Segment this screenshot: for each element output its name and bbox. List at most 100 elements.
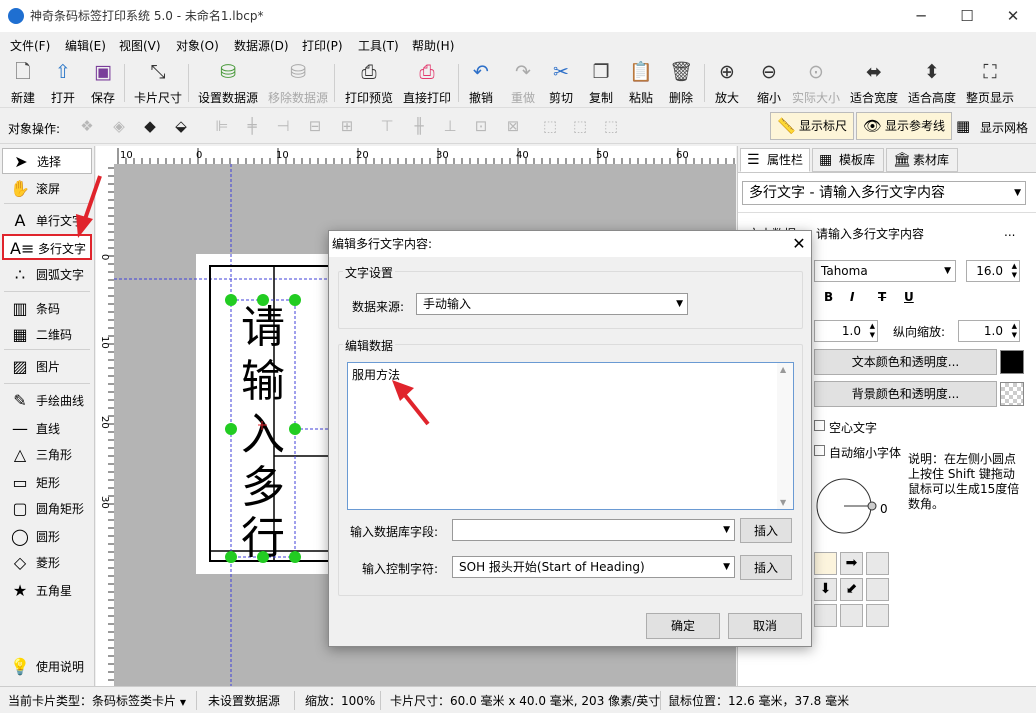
scroll-down-icon[interactable]: ▼	[780, 498, 786, 507]
hscale-spinner[interactable]: 1.0 ▲ ▼	[814, 320, 878, 342]
toolbar-print-preview-button[interactable]: ⎙ 打印预览	[342, 60, 396, 106]
tab-materials[interactable]: 🏛 素材库	[886, 148, 958, 172]
align-center-icon[interactable]: ╪	[243, 117, 261, 135]
menu-help[interactable]: 帮助(H)	[412, 37, 454, 54]
text-color-button[interactable]: 文本颜色和透明度...	[814, 349, 997, 375]
align-left-icon[interactable]: ⊫	[213, 117, 231, 135]
menu-file[interactable]: 文件(F)	[10, 37, 50, 54]
menu-view[interactable]: 视图(V)	[119, 37, 161, 54]
toolbar-new-file-button[interactable]: 🗋 新建	[8, 60, 38, 106]
tool-rectangle[interactable]: ▭ 矩形	[2, 470, 92, 496]
cancel-button[interactable]: 取消	[728, 613, 802, 639]
resize-handle[interactable]	[225, 551, 237, 563]
toolbar-zoom-out-button[interactable]: ⊖ 缩小	[754, 60, 784, 106]
equal-height-icon[interactable]: ⊡	[472, 117, 490, 135]
menu-tools[interactable]: 工具(T)	[358, 37, 399, 54]
hollow-checkbox[interactable]	[814, 420, 825, 431]
layer-top-icon[interactable]: ◆	[141, 117, 159, 135]
help-button[interactable]: 💡 使用说明	[2, 654, 92, 680]
rotation-dial[interactable]	[816, 478, 884, 538]
card-type-select[interactable]: 条码标签类卡片 ▼	[92, 692, 186, 709]
align-mid-right-cell[interactable]	[866, 578, 889, 601]
resize-handle[interactable]	[257, 551, 269, 563]
font-select[interactable]: Tahoma ▼	[814, 260, 956, 282]
tab-templates[interactable]: ▦ 模板库	[812, 148, 884, 172]
underline-button[interactable]: U	[904, 290, 914, 304]
toolbar-fit-height-button[interactable]: ⬍ 适合高度	[906, 60, 958, 106]
align-bottom-center-cell[interactable]	[840, 604, 863, 627]
tool-qrcode[interactable]: ▦ 二维码	[2, 322, 92, 348]
insert-ctrl-button[interactable]: 插入	[740, 555, 792, 580]
group-icon[interactable]: ⬚	[541, 117, 559, 135]
toolbar-cut-button[interactable]: ✂ 剪切	[546, 60, 576, 106]
layer-forward-icon[interactable]: ❖	[78, 117, 96, 135]
toolbar-save-button[interactable]: ▣ 保存	[88, 60, 118, 106]
tool-barcode[interactable]: ▥ 条码	[2, 296, 92, 322]
align-bottom-left-cell[interactable]	[814, 604, 837, 627]
ctrl-char-select[interactable]: SOH 报头开始(Start of Heading) ▼	[452, 556, 735, 578]
toolbar-paste-button[interactable]: 📋 粘贴	[626, 60, 656, 106]
align-top-right-cell[interactable]	[866, 552, 889, 575]
bold-button[interactable]: B	[824, 290, 833, 304]
tool-image[interactable]: ▨ 图片	[2, 354, 92, 380]
distribute-v-icon[interactable]: ⊠	[504, 117, 522, 135]
toolbar-undo-button[interactable]: ↶ 撤销	[466, 60, 496, 106]
italic-button[interactable]: I	[850, 290, 854, 304]
toolbar-database-button[interactable]: ⛁ 设置数据源	[196, 60, 260, 106]
tool-freehand[interactable]: ✎ 手绘曲线	[2, 388, 92, 414]
toolbar-fit-page-button[interactable]: ⛶ 整页显示	[964, 60, 1016, 106]
align-top-left-cell[interactable]	[814, 552, 837, 575]
toolbar-actual-size-button[interactable]: ⊙ 实际大小	[790, 60, 842, 106]
text-editor[interactable]: 服用方法 ▲ ▼	[347, 362, 794, 510]
resize-handle[interactable]	[257, 294, 269, 306]
align-top-icon[interactable]: ⊤	[378, 117, 396, 135]
close-button[interactable]: ✕	[990, 0, 1036, 32]
tool-diamond[interactable]: ◇ 菱形	[2, 550, 92, 576]
align-right-icon[interactable]: ⊣	[274, 117, 292, 135]
distribute-h-icon[interactable]: ⊞	[338, 117, 356, 135]
tool-multi-line-text[interactable]: A≡ 多行文字	[2, 234, 92, 260]
toolbar-print-button[interactable]: ⎙ 直接打印	[400, 60, 454, 106]
tool-star[interactable]: ★ 五角星	[2, 578, 92, 604]
minimize-button[interactable]: ─	[898, 0, 944, 32]
resize-handle[interactable]	[289, 423, 301, 435]
tool-rounded-rect[interactable]: ▢ 圆角矩形	[2, 496, 92, 522]
layer-backward-icon[interactable]: ◈	[110, 117, 128, 135]
text-color-swatch[interactable]	[1000, 350, 1024, 374]
ungroup-icon[interactable]: ⬚	[571, 117, 589, 135]
maximize-button[interactable]: ☐	[944, 0, 990, 32]
align-middle-icon[interactable]: ╫	[410, 117, 428, 135]
vscale-spinner[interactable]: 1.0 ▲ ▼	[958, 320, 1020, 342]
toolbar-open-button[interactable]: ⇧ 打开	[48, 60, 78, 106]
tool-hand[interactable]: ✋ 滚屏	[2, 176, 92, 202]
tool-circle[interactable]: ◯ 圆形	[2, 524, 92, 550]
db-field-select[interactable]: ▼	[452, 519, 735, 541]
show-ruler-toggle[interactable]: 📏 显示标尺	[770, 112, 854, 140]
show-grid-toggle[interactable]: 显示网格	[980, 119, 1028, 136]
scroll-up-icon[interactable]: ▲	[780, 365, 786, 374]
menu-datasource[interactable]: 数据源(D)	[234, 37, 289, 54]
tool-line[interactable]: — 直线	[2, 416, 92, 442]
toolbar-fit-width-button[interactable]: ⬌ 适合宽度	[848, 60, 900, 106]
tool-triangle[interactable]: △ 三角形	[2, 442, 92, 468]
toolbar-copy-button[interactable]: ❐ 复制	[586, 60, 616, 106]
text-editor-scrollbar[interactable]: ▲ ▼	[777, 363, 793, 509]
lock-icon[interactable]: ⬚	[602, 117, 620, 135]
text-data-value[interactable]: 请输入多行文字内容	[816, 225, 924, 242]
data-source-select[interactable]: 手动输入 ▼	[416, 293, 688, 315]
autoshrink-checkbox[interactable]	[814, 445, 825, 456]
equal-width-icon[interactable]: ⊟	[306, 117, 324, 135]
tool-pointer[interactable]: ➤ 选择	[2, 148, 92, 174]
resize-handle[interactable]	[225, 423, 237, 435]
align-bottom-right-cell[interactable]	[866, 604, 889, 627]
rotation-dial-handle[interactable]	[867, 501, 877, 511]
tab-properties[interactable]: ☰ 属性栏	[740, 148, 810, 172]
toolbar-remove-database-button[interactable]: ⛁ 移除数据源	[266, 60, 330, 106]
layer-bottom-icon[interactable]: ⬙	[172, 117, 190, 135]
align-arrow-down-cell[interactable]: ⬇	[814, 578, 837, 601]
toolbar-card-size-button[interactable]: ⤡ 卡片尺寸	[132, 60, 184, 106]
menu-edit[interactable]: 编辑(E)	[65, 37, 106, 54]
dialog-close-button[interactable]: ✕	[787, 231, 811, 257]
strikethrough-button[interactable]: T	[878, 290, 886, 304]
toolbar-zoom-in-button[interactable]: ⊕ 放大	[712, 60, 742, 106]
